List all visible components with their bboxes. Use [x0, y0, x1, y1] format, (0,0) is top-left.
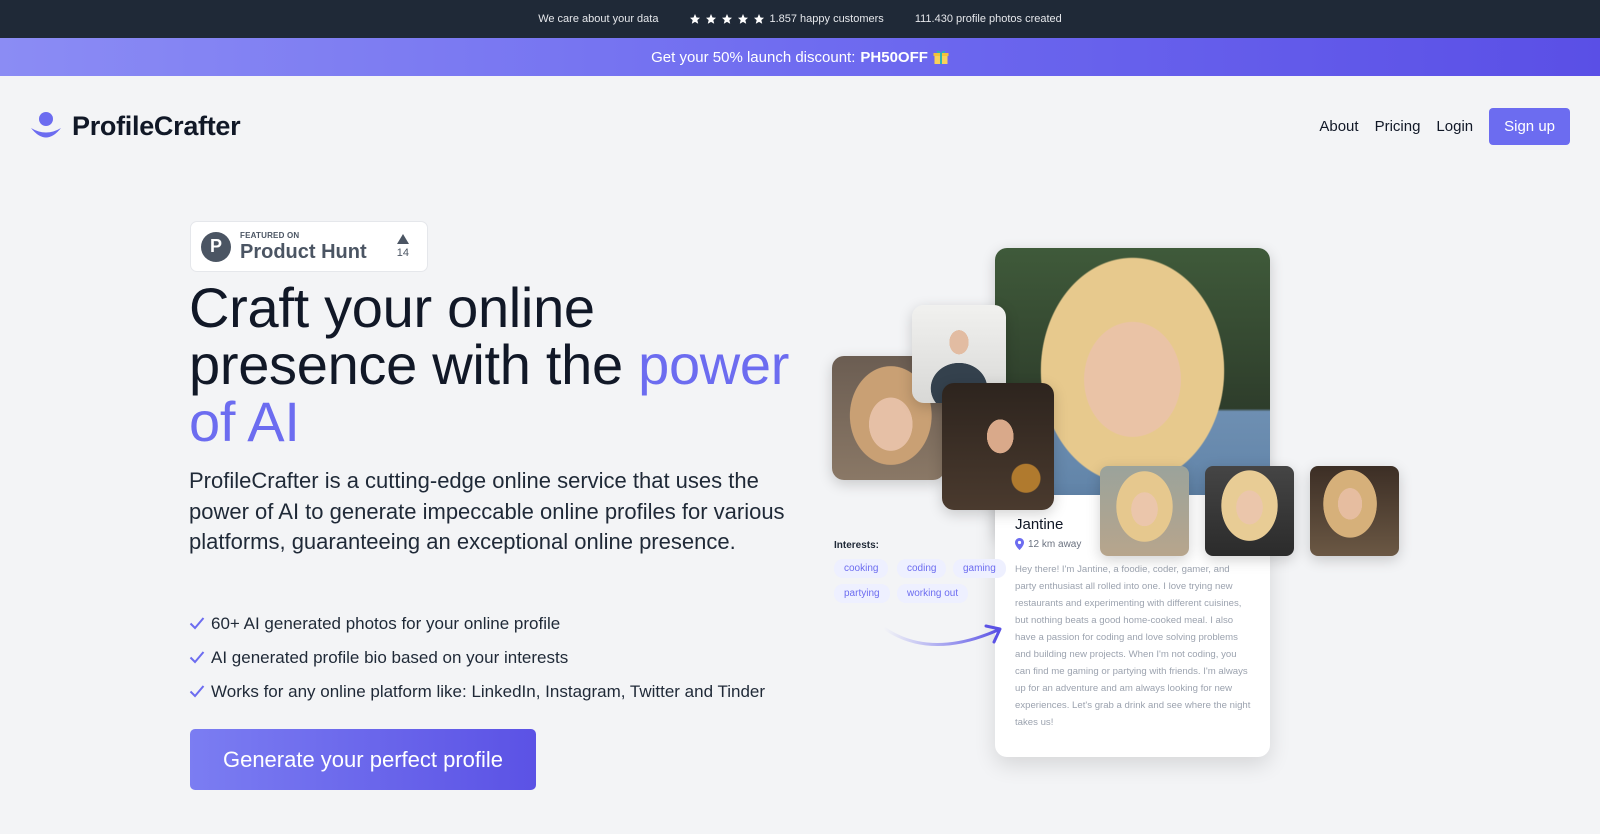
user-logo-icon [31, 112, 61, 138]
profile-bio: Hey there! I'm Jantine, a foodie, coder,… [1015, 564, 1251, 728]
location-pin-icon [1015, 538, 1024, 550]
headline-accent-ai: of AI [189, 390, 300, 453]
feature-item: Works for any online platform like: Link… [189, 682, 765, 716]
portrait-thumbnail [1205, 466, 1294, 556]
feature-text: AI generated profile bio based on your i… [211, 648, 569, 667]
distance-text: 12 km away [1028, 538, 1082, 550]
headline-line2: presence with the [189, 333, 639, 396]
top-info-bar: We care about your data 1.857 happy cust… [0, 0, 1600, 38]
feature-text: Works for any online platform like: Link… [211, 682, 766, 701]
generate-profile-button[interactable]: Generate your perfect profile [190, 729, 536, 790]
promo-code: PH50OFF [860, 48, 928, 66]
check-icon [189, 651, 205, 664]
check-icon [189, 617, 205, 630]
interest-tag: cooking [834, 559, 889, 578]
promo-text: Get your 50% launch discount: [651, 48, 856, 66]
portrait-thumbnail [1100, 466, 1189, 556]
upvote-number: 14 [396, 247, 409, 259]
logo-text: ProfileCrafter [72, 110, 241, 141]
nav-login-link[interactable]: Login [1436, 118, 1473, 135]
nav-about-link[interactable]: About [1319, 118, 1358, 135]
logo[interactable]: ProfileCrafter [30, 110, 241, 142]
interests-label: Interests: [834, 540, 880, 551]
star-icon [738, 14, 749, 24]
product-hunt-logo-icon: P [201, 231, 231, 262]
check-icon [189, 685, 205, 698]
upvote-triangle-icon [396, 234, 409, 244]
portrait-thumbnail [1310, 466, 1399, 556]
featured-on-label: FEATURED ON [240, 230, 300, 240]
headline-accent-power: power [638, 333, 790, 396]
promo-banner: Get your 50% launch discount: PH50OFF [0, 38, 1600, 76]
star-icon [754, 14, 765, 24]
photos-created-count: 111.430 profile photos created [914, 13, 1062, 25]
headline-line1: Craft your online [189, 276, 595, 339]
feature-text: 60+ AI generated photos for your online … [211, 614, 561, 633]
customers-rating: 1.857 happy customers [689, 13, 884, 25]
feature-item: 60+ AI generated photos for your online … [189, 614, 765, 648]
interest-tag: coding [897, 559, 947, 578]
interest-tag: gaming [953, 559, 1006, 578]
star-icon [722, 14, 733, 24]
data-privacy-text: We care about your data [538, 13, 659, 25]
gift-icon [933, 50, 949, 64]
interest-tag: partying [834, 584, 890, 603]
feature-item: AI generated profile bio based on your i… [189, 648, 765, 682]
profile-name: Jantine [1015, 516, 1064, 533]
nav-links: About Pricing Login Sign up [1319, 107, 1570, 145]
hero-description: ProfileCrafter is a cutting-edge online … [189, 468, 785, 554]
bar-photo [942, 383, 1054, 510]
main-nav: ProfileCrafter About Pricing Login Sign … [30, 106, 1570, 146]
product-hunt-text: FEATURED ON Product Hunt [240, 230, 367, 263]
curved-arrow-icon [882, 624, 1002, 646]
interest-tag: working out [897, 584, 969, 603]
profile-distance: 12 km away [1015, 538, 1081, 550]
signup-button[interactable]: Sign up [1489, 107, 1570, 145]
nav-pricing-link[interactable]: Pricing [1375, 118, 1421, 135]
star-icon [690, 14, 701, 24]
upvote-count: 14 [397, 234, 409, 259]
happy-customers-count: 1.857 happy customers [769, 13, 884, 25]
product-hunt-badge[interactable]: P FEATURED ON Product Hunt 14 [190, 221, 428, 272]
feature-list: 60+ AI generated photos for your online … [189, 614, 765, 716]
product-hunt-name: Product Hunt [240, 240, 367, 263]
hero-headline: Craft your online presence with the powe… [189, 279, 829, 450]
star-icon [706, 14, 717, 24]
